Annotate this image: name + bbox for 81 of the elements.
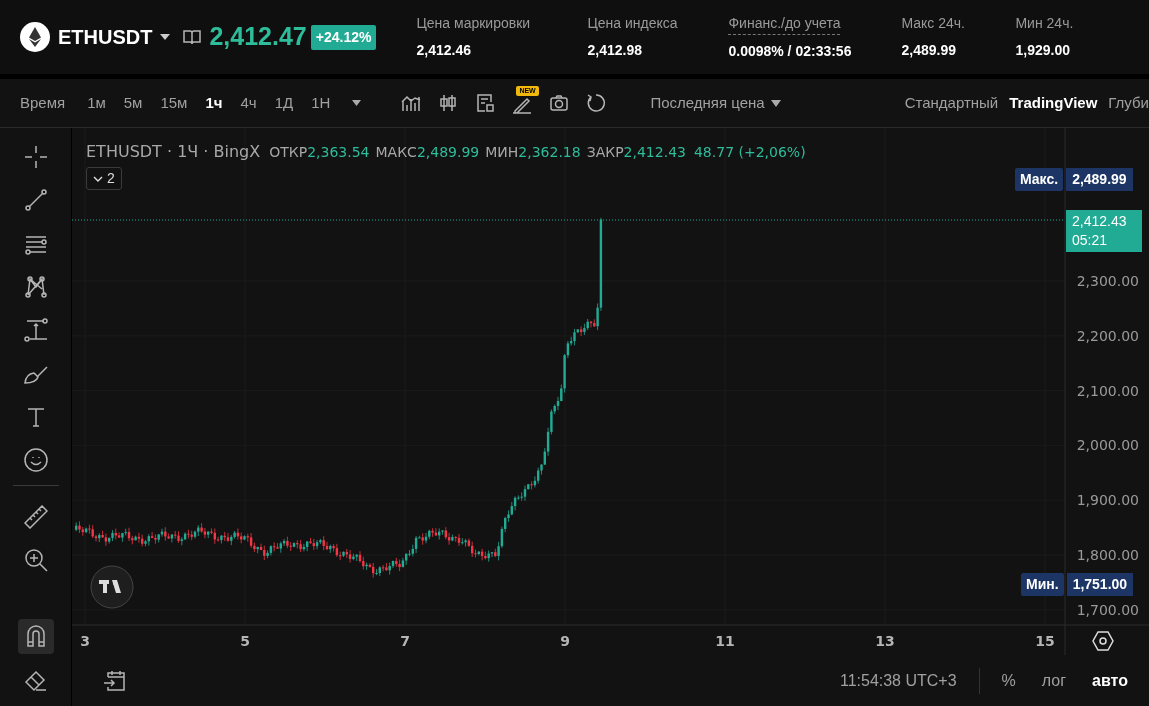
clock: 11:54:38 UTC+3 [839,670,957,691]
price-tick: 1,800.00 [1076,547,1139,563]
candlestick-icon[interactable] [438,93,459,113]
price-type-dropdown[interactable]: Последняя цена [650,91,765,115]
interval-tab[interactable]: 5м [123,91,143,115]
caret-icon[interactable] [352,100,362,106]
indicators-icon[interactable] [401,93,422,113]
view-tab[interactable]: Стандартный [904,91,999,115]
time-tick: 3 [80,633,90,649]
trend-line-icon[interactable] [23,188,48,213]
stat-label: Цена индекса [587,13,678,33]
stat-value: 2,412.46 [416,40,471,60]
last-price-value: 2,412.43 [1072,212,1128,231]
caret-icon[interactable] [770,99,781,107]
time-tick: 11 [715,633,735,649]
interval-tab[interactable]: 15м [160,91,188,115]
stat-label: Финанс./до учета [728,12,841,35]
scale-toggle[interactable]: лог [1041,668,1067,693]
price-tick: 1,900.00 [1076,492,1139,509]
ohlc-value: 2,489.99 [416,143,480,162]
caret-icon[interactable] [160,34,171,40]
ohlc-change: 48.77 (+2,06%) [693,143,806,162]
min-price-tag: 1,751.00 [1066,573,1134,596]
ethereum-logo-icon [20,22,50,52]
logo-icon [90,565,134,609]
camera-icon[interactable] [549,93,570,113]
interval-tab[interactable]: 1м [87,91,106,115]
symbol-name[interactable]: ETHUSDT [58,22,153,52]
stat-value: 2,489.99 [901,40,956,60]
indicators-toggle[interactable]: 2 [86,167,122,190]
interval-tab[interactable]: 4ч [240,91,257,115]
ohlc-value: 2,362.18 [518,143,581,162]
interval-label: Время [20,92,66,113]
last-price: 2,412.47 [209,21,307,53]
reload-icon[interactable] [586,93,607,113]
max-label: Макс. [1015,168,1064,191]
price-tick: 2,200.00 [1076,327,1139,344]
interval-tab[interactable]: 1Н [311,91,331,115]
max-price-tag: 2,489.99 [1066,168,1133,191]
ohlc-value: 2,363.54 [307,143,370,162]
stat-label: Мин 24ч. [1015,13,1074,33]
crosshair-icon[interactable] [23,145,48,170]
zoom-in-icon[interactable] [23,548,48,573]
chevron-down-icon [93,175,103,182]
view-tab[interactable]: TradingView [1009,91,1098,115]
template-icon[interactable] [475,93,496,113]
time-tick: 15 [1035,633,1055,649]
pattern-icon[interactable] [23,275,48,300]
min-label: Мин. [1021,573,1064,596]
price-change-badge: +24.12% [310,24,377,50]
interval-tab[interactable]: 1ч [205,91,223,115]
gear-icon[interactable] [1092,631,1114,651]
smiley-icon[interactable] [23,448,48,473]
calendar-icon[interactable] [103,668,127,693]
scale-toggle[interactable]: % [1001,668,1016,693]
stat-value: 2,412.98 [587,40,642,60]
stat-label: Макс 24ч. [901,13,965,33]
time-tick: 5 [240,633,250,649]
time-tick: 7 [400,633,410,649]
ohlc-label: МИН [485,143,519,162]
stat-value: 0.0098% / 02:33:56 [728,41,852,61]
price-tick: 2,100.00 [1076,382,1139,399]
view-tab[interactable]: Глуби [1108,91,1149,115]
ohlc-label: ЗАКР [586,143,624,162]
stat-label: Цена маркировки [416,13,531,33]
ruler-icon[interactable] [23,504,48,529]
time-tick: 9 [560,633,570,649]
price-tick: 2,000.00 [1076,437,1139,454]
interval-tab[interactable]: 1Д [274,91,294,115]
book-icon[interactable] [183,29,202,45]
chart-title: ETHUSDT · 1Ч · BingX [86,141,261,163]
price-tick: 1,700.00 [1076,601,1139,618]
ohlc-label: ОТКР [269,143,308,162]
stat-value: 1,929.00 [1015,40,1070,60]
countdown: 05:21 [1072,231,1109,250]
price-tick: 2,300.00 [1076,273,1139,289]
ohlc-value: 2,412.43 [623,143,686,162]
ohlc-label: МАКС [375,143,417,162]
time-tick: 13 [875,633,895,649]
scale-toggle[interactable]: авто [1092,668,1128,693]
measure-icon[interactable] [23,318,48,343]
